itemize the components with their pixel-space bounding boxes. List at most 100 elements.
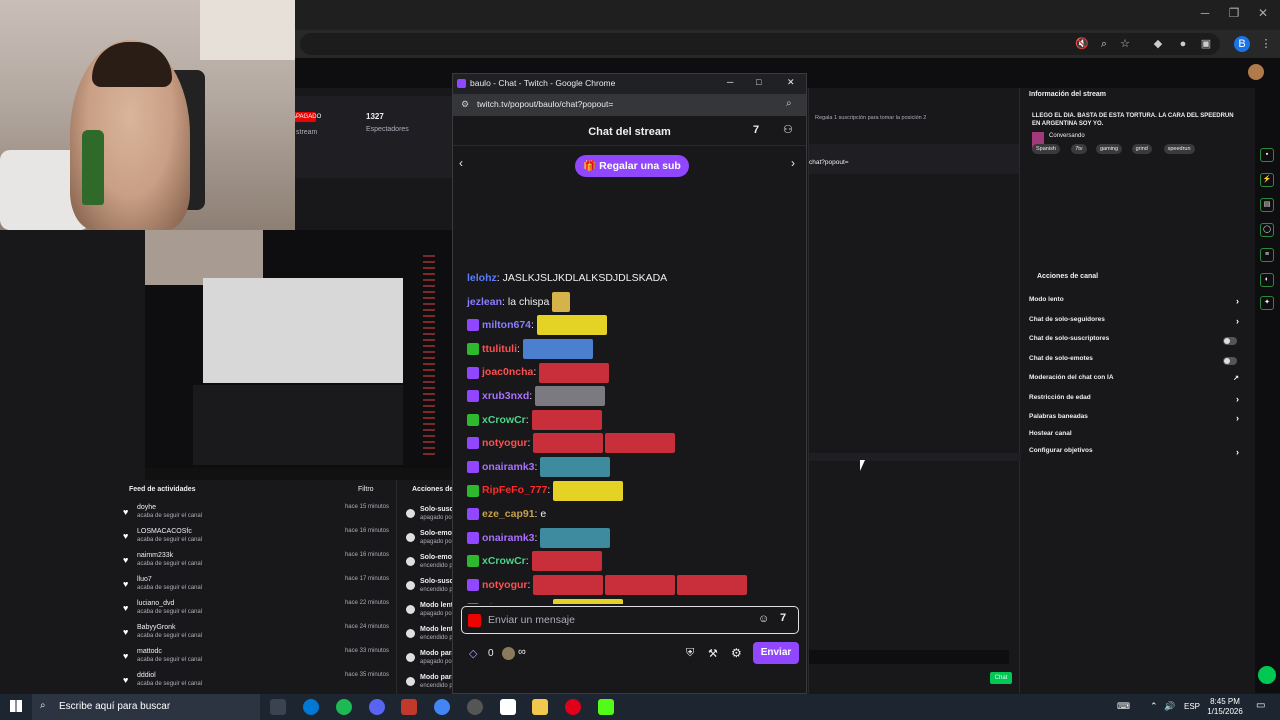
chat-emote[interactable]: [536, 315, 607, 336]
feed-username[interactable]: lluo7: [137, 576, 152, 583]
minimize-icon[interactable]: ─: [1198, 6, 1212, 20]
popup-maximize-icon[interactable]: □: [756, 77, 761, 87]
chat-username[interactable]: joac0ncha: [482, 366, 533, 378]
feed-item[interactable]: ♥ BabyyGronk acaba de seguir el canal hace …: [115, 624, 397, 648]
toggle-switch[interactable]: [1223, 357, 1237, 365]
channel-points-icon[interactable]: [502, 647, 515, 660]
chat-username[interactable]: notyogur: [482, 579, 528, 591]
channel-action-row[interactable]: Configurar objetivos ›: [1029, 447, 1239, 463]
chat-emote[interactable]: [539, 362, 610, 383]
mute-icon[interactable]: 🔇: [1074, 36, 1090, 52]
chat-emote[interactable]: [677, 575, 748, 596]
chat-username[interactable]: ttulituli: [482, 343, 517, 355]
send-button[interactable]: Enviar: [753, 642, 799, 664]
rail-help-icon[interactable]: [1258, 666, 1276, 684]
bits-icon[interactable]: ◇: [469, 647, 477, 660]
feed-item[interactable]: ♥ dddiol acaba de seguir el canal hace 35 m…: [115, 672, 397, 696]
chat-emote[interactable]: [552, 291, 571, 312]
stream-tag[interactable]: 7tv: [1071, 144, 1087, 154]
7tv-icon[interactable]: 7: [753, 124, 759, 136]
feed-username[interactable]: doyhe: [137, 504, 156, 511]
chat-emote[interactable]: [535, 386, 606, 407]
chat-username[interactable]: onairamk3: [482, 461, 535, 473]
7tv-emote-icon[interactable]: 7: [780, 612, 786, 624]
chat-input[interactable]: Enviar un mensaje ☺ 7: [461, 606, 799, 634]
windows-start-icon[interactable]: [10, 700, 22, 712]
feed-username[interactable]: naimm233k: [137, 552, 173, 559]
feed-item[interactable]: ♥ lluo7 acaba de seguir el canal hace 17 mi…: [115, 576, 397, 600]
chat-url-box[interactable]: chat?popout=: [809, 144, 1019, 174]
chevron-left-icon[interactable]: ‹: [459, 156, 463, 170]
close-icon[interactable]: ✕: [1256, 6, 1270, 20]
channel-action-row[interactable]: Moderación del chat con IA ↗: [1029, 374, 1239, 390]
opera-icon[interactable]: [565, 699, 581, 715]
rail-doc-icon[interactable]: ▤: [1260, 198, 1274, 212]
chat-username[interactable]: notyogur: [482, 437, 528, 449]
feed-filter-button[interactable]: Filtro: [358, 486, 374, 493]
emote-picker-icon[interactable]: ☺: [758, 613, 769, 625]
chat-username[interactable]: RipFeFo_777: [482, 484, 547, 496]
star-icon[interactable]: ☆: [1117, 36, 1133, 52]
chat-mini-input[interactable]: [809, 650, 1009, 664]
chat-username[interactable]: lelohz: [467, 272, 497, 284]
feed-username[interactable]: dddiol: [137, 672, 156, 679]
channel-action-row[interactable]: Restricción de edad ›: [1029, 394, 1239, 410]
channel-action-row[interactable]: Chat de solo-emotes: [1029, 355, 1239, 371]
channel-action-row[interactable]: Modo lento ›: [1029, 296, 1239, 312]
chat-emote[interactable]: [553, 598, 624, 604]
rail-wrench-icon[interactable]: ✦: [1260, 296, 1274, 310]
user-avatar[interactable]: [1248, 64, 1264, 80]
stream-tag[interactable]: Spanish: [1032, 144, 1060, 154]
chat-emote[interactable]: [540, 527, 611, 548]
extension-icon-2[interactable]: ●: [1175, 36, 1191, 52]
site-settings-icon[interactable]: ⚙: [461, 99, 469, 110]
tray-chevron-icon[interactable]: ⌃: [1150, 701, 1158, 712]
taskbar-search[interactable]: ⌕ Escribe aquí para buscar: [32, 694, 260, 720]
capcut-icon[interactable]: [500, 699, 516, 715]
rail-user-icon[interactable]: ◐: [1260, 273, 1274, 287]
menu-icon[interactable]: ⋮: [1258, 36, 1274, 52]
stream-tag[interactable]: gaming: [1096, 144, 1123, 154]
copilot-icon[interactable]: [303, 699, 319, 715]
file-explorer-icon[interactable]: [532, 699, 548, 715]
feed-username[interactable]: LOSMACACOSfc: [137, 528, 192, 535]
restore-icon[interactable]: ❐: [1227, 6, 1241, 20]
chat-emote[interactable]: [531, 409, 602, 430]
chat-emote[interactable]: [605, 575, 676, 596]
channel-action-row[interactable]: Chat de solo-suscriptores: [1029, 335, 1239, 351]
feed-item[interactable]: ♥ naimm233k acaba de seguir el canal hace 1…: [115, 552, 397, 576]
zoom-icon[interactable]: ⌕: [1096, 36, 1112, 52]
chat-username[interactable]: RipFeFo_777: [482, 602, 547, 604]
chat-button[interactable]: Chat: [990, 672, 1012, 684]
kick-icon[interactable]: [598, 699, 614, 715]
feed-item[interactable]: ♥ doyhe acaba de seguir el canal hace 15 mi…: [115, 504, 397, 528]
channel-action-row[interactable]: Palabras baneadas ›: [1029, 413, 1239, 429]
channel-action-row[interactable]: Chat de solo-seguidores ›: [1029, 316, 1239, 332]
feed-item[interactable]: ♥ LOSMACACOSfc acaba de seguir el canal hac…: [115, 528, 397, 552]
gift-sub-button[interactable]: 🎁 Regalar una sub: [575, 155, 689, 177]
chat-username[interactable]: xrub3nxd: [482, 390, 529, 402]
keyboard-icon[interactable]: ⌨: [1117, 701, 1130, 712]
chat-emote[interactable]: [522, 339, 593, 360]
profile-avatar[interactable]: B: [1234, 36, 1250, 52]
notification-icon[interactable]: ▭: [1256, 700, 1265, 711]
chat-emote[interactable]: [605, 433, 676, 454]
popup-address-bar[interactable]: ⚙ twitch.tv/popout/baulo/chat?popout= ⌕: [453, 94, 806, 116]
channel-action-row[interactable]: Hostear canal: [1029, 430, 1239, 446]
settings-icon[interactable]: ⚙: [731, 646, 742, 660]
feed-item[interactable]: ♥ mattodc acaba de seguir el canal hace 33 …: [115, 648, 397, 672]
shield-icon[interactable]: ⛨: [686, 647, 694, 660]
chat-emote[interactable]: [531, 551, 602, 572]
stream-tag[interactable]: grind: [1131, 144, 1152, 154]
chat-username[interactable]: jezlean: [467, 296, 502, 308]
feed-username[interactable]: luciano_dvd: [137, 600, 174, 607]
discord-icon[interactable]: [369, 699, 385, 715]
chevron-right-icon[interactable]: ›: [791, 156, 795, 170]
volume-icon[interactable]: 🔊: [1164, 701, 1175, 712]
rail-shield-icon[interactable]: ▪: [1260, 148, 1274, 162]
feed-username[interactable]: BabyyGronk: [137, 624, 176, 631]
popup-zoom-icon[interactable]: ⌕: [786, 98, 792, 109]
chrome-icon[interactable]: [434, 699, 450, 715]
chat-username[interactable]: eze_cap91: [482, 508, 535, 520]
users-icon[interactable]: ⚇: [783, 123, 793, 136]
